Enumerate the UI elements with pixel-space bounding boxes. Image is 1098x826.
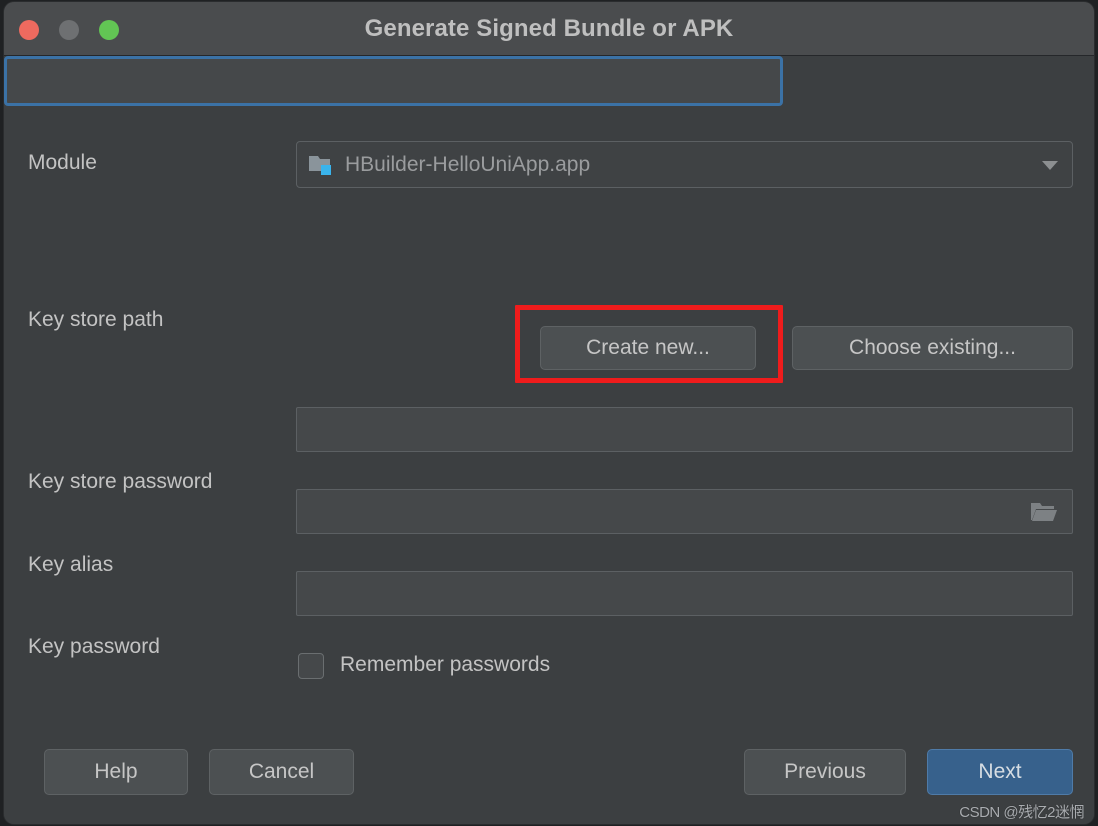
close-window-button[interactable]	[19, 20, 39, 40]
watermark: CSDN @残忆2迷惘	[959, 804, 1084, 821]
key-store-password-input[interactable]	[296, 407, 1073, 452]
key-password-input[interactable]	[296, 571, 1073, 616]
help-button[interactable]: Help	[44, 749, 188, 795]
title-bar: Generate Signed Bundle or APK	[4, 2, 1094, 56]
key-password-label: Key password	[28, 635, 160, 658]
module-label: Module	[28, 151, 97, 174]
remember-passwords-label: Remember passwords	[340, 653, 551, 676]
folder-open-icon[interactable]	[1030, 501, 1058, 523]
module-folder-icon	[309, 154, 333, 176]
dialog-body: Module HBuilder-HelloUniApp.app Key stor…	[4, 56, 1094, 824]
choose-existing-button[interactable]: Choose existing...	[792, 326, 1073, 370]
maximize-window-button[interactable]	[99, 20, 119, 40]
remember-passwords-checkbox[interactable]	[298, 653, 324, 679]
key-store-password-label: Key store password	[28, 470, 213, 493]
key-alias-label: Key alias	[28, 553, 114, 576]
previous-button[interactable]: Previous	[744, 749, 906, 795]
dialog-window: Generate Signed Bundle or APK Module HBu…	[4, 2, 1094, 824]
minimize-window-button[interactable]	[59, 20, 79, 40]
module-value: HBuilder-HelloUniApp.app	[345, 153, 591, 176]
cancel-button[interactable]: Cancel	[209, 749, 354, 795]
module-dropdown[interactable]: HBuilder-HelloUniApp.app	[296, 141, 1073, 188]
key-store-path-input[interactable]	[4, 56, 783, 106]
key-store-path-label: Key store path	[28, 308, 164, 331]
key-alias-input[interactable]	[296, 489, 1073, 534]
chevron-down-icon	[1042, 161, 1058, 170]
create-new-button[interactable]: Create new...	[540, 326, 756, 370]
next-button[interactable]: Next	[927, 749, 1073, 795]
window-title: Generate Signed Bundle or APK	[364, 15, 734, 42]
